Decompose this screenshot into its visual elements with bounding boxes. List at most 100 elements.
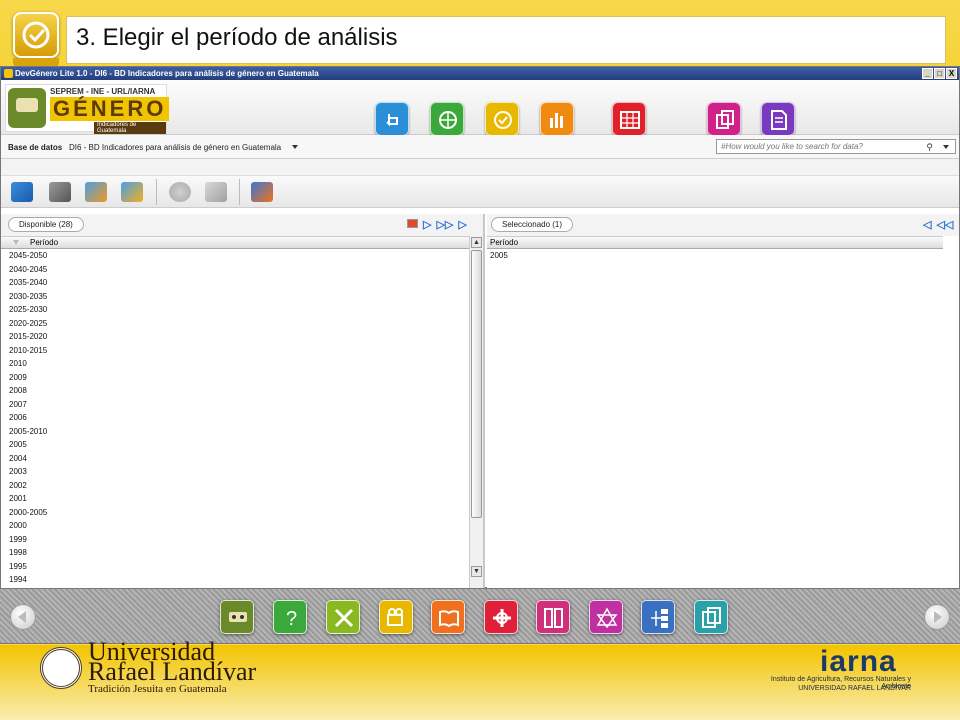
list-item[interactable]: 2030-2035 [1,290,469,304]
video-camera-icon[interactable] [379,600,413,634]
database-edit-icon[interactable] [121,182,143,202]
list-item[interactable]: 2003 [1,465,469,479]
globe-icon[interactable] [430,102,464,136]
logo-face-icon[interactable] [220,600,254,634]
touch-icon[interactable] [375,102,409,136]
university-seal-icon [40,647,82,689]
list-item[interactable]: 2002 [1,479,469,493]
clipboard-icon[interactable] [205,182,227,202]
list-item[interactable]: 1995 [1,560,469,574]
search-input[interactable] [721,142,911,151]
tools-icon[interactable] [326,600,360,634]
network-icon[interactable] [484,600,518,634]
open-folder-icon[interactable] [11,182,33,202]
list-item[interactable]: 2010 [1,357,469,371]
tab-available[interactable]: Disponible (28) [8,217,84,232]
list-item[interactable]: 2005 [487,249,957,263]
chevron-down-icon[interactable] [292,145,298,149]
period-column-header[interactable]: Período [1,236,483,249]
book-icon[interactable] [431,600,465,634]
hierarchy-icon[interactable] [641,600,675,634]
toolbar-separator [239,179,240,205]
scroll-thumb[interactable] [471,250,482,518]
list-item[interactable]: 2007 [1,398,469,412]
refresh-icon[interactable] [251,182,273,202]
move-one-right-icon[interactable]: ▷ [423,218,431,231]
window-title: DevGénero Lite 1.0 - DI6 - BD Indicadore… [15,69,319,78]
list-item[interactable]: 1998 [1,546,469,560]
search-icon[interactable]: ⚲ [926,141,933,154]
maximize-button[interactable]: □ [934,68,945,79]
move-end-right-icon[interactable]: ▷ [458,218,466,231]
list-item[interactable]: 2000 [1,519,469,533]
list-item[interactable]: 2004 [1,452,469,466]
search-box[interactable]: ⚲ [716,139,956,154]
checkmark-icon [13,12,59,58]
window-titlebar: DevGénero Lite 1.0 - DI6 - BD Indicadore… [1,67,959,80]
toolbar [1,176,959,208]
list-item[interactable]: 2035-2040 [1,276,469,290]
print-icon[interactable] [49,182,71,202]
list-item[interactable]: 2005-2010 [1,425,469,439]
selected-pane-header: Seleccionado (1) ◁ ◁◁ [487,214,959,236]
toolbar-separator [156,179,157,205]
database-label: Base de datos [8,143,63,152]
filter-icon[interactable] [407,219,418,228]
scroll-down-icon[interactable]: ▼ [471,566,482,577]
checkmark-icon[interactable] [485,102,519,136]
database-select[interactable]: DI6 - BD Indicadores para análisis de gé… [69,143,281,152]
vertical-scrollbar[interactable]: ▲ ▼ [469,236,483,589]
close-button[interactable]: X [946,68,957,79]
tab-selected[interactable]: Seleccionado (1) [491,217,574,232]
app-window: DevGénero Lite 1.0 - DI6 - BD Indicadore… [0,66,960,589]
spacer-bar [1,159,959,176]
bar-chart-icon[interactable] [540,102,574,136]
period-column-header[interactable]: Período [487,236,943,249]
list-item[interactable]: 1999 [1,533,469,547]
move-all-left-icon[interactable]: ◁◁ [936,218,953,231]
document-icon[interactable] [761,102,795,136]
next-slide-button[interactable] [924,604,950,630]
selected-pane: Seleccionado (1) ◁ ◁◁ Período 2005 [487,214,959,589]
table-grid-icon[interactable] [612,102,646,136]
list-item[interactable]: 2000-2005 [1,506,469,520]
previous-slide-button[interactable] [10,604,36,630]
list-item[interactable]: 2005 [1,438,469,452]
list-item[interactable]: 2001 [1,492,469,506]
window-controls: _ □ X [922,68,957,79]
list-item[interactable]: 1994 [1,573,469,587]
list-item[interactable]: 2009 [1,371,469,385]
pages-icon[interactable] [694,600,728,634]
list-item[interactable]: 2015-2020 [1,330,469,344]
info-icon[interactable] [169,182,191,202]
move-back-buttons: ◁ ◁◁ [923,218,953,231]
columns-icon[interactable] [536,600,570,634]
list-item[interactable]: 2010-2015 [1,344,469,358]
list-item[interactable]: 2020-2025 [1,317,469,331]
minimize-button[interactable]: _ [922,68,933,79]
available-list: 2045-2050 2040-2045 2035-2040 2030-2035 … [1,249,469,589]
list-item[interactable]: 2040-2045 [1,263,469,277]
scroll-up-icon[interactable]: ▲ [471,237,482,248]
logo-top-text: SEPREM - INE - URL/IARNA [50,87,156,96]
list-item[interactable]: 2006 [1,411,469,425]
list-item[interactable]: 2008 [1,384,469,398]
move-one-left-icon[interactable]: ◁ [923,218,931,231]
iarna-logo-text: iarna [820,645,897,678]
bottom-navigation-bar: ? [0,588,960,644]
app-icon [4,69,13,78]
svg-text:?: ? [286,608,297,629]
list-item[interactable]: 2025-2030 [1,303,469,317]
genero-logo[interactable]: SEPREM - INE - URL/IARNA GÉNERO Indicado… [5,84,170,134]
list-item[interactable]: 2045-2050 [1,249,469,263]
star-network-icon[interactable] [589,600,623,634]
slide-title: 3. Elegir el período de análisis [76,24,398,51]
move-buttons: ▷ ▷▷ ▷ [407,218,467,231]
chevron-down-icon[interactable] [943,145,949,149]
logo-main-text: GÉNERO [50,97,170,121]
database-export-icon[interactable] [85,182,107,202]
sort-icon[interactable] [13,240,19,245]
copy-icon[interactable] [707,102,741,136]
help-question-icon[interactable]: ? [273,600,307,634]
move-all-right-icon[interactable]: ▷▷ [436,218,453,231]
